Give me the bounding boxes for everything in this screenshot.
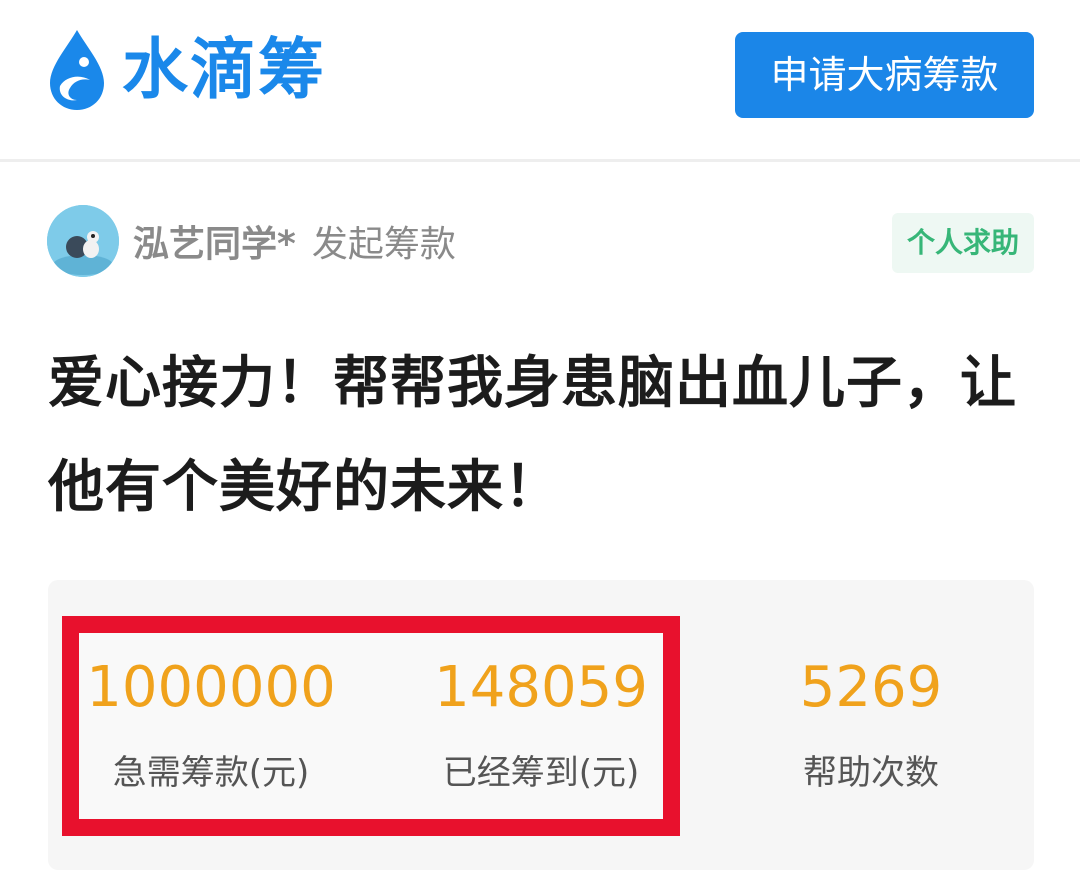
launcher-action-text: 发起筹款 — [311, 224, 456, 265]
stat-target-amount: 1000000 急需筹款(元) — [62, 655, 360, 793]
avatar-image — [47, 205, 119, 277]
stat-value: 5269 — [799, 655, 943, 720]
stat-value: 1000000 — [86, 655, 336, 720]
campaign-title: 爱心接力！帮帮我身患脑出血儿子，让他有个美好的未来！ — [48, 351, 1017, 520]
stat-label: 已经筹到(元) — [442, 753, 640, 793]
water-drop-icon — [50, 30, 104, 110]
logo-text: 水滴筹 — [122, 31, 326, 108]
launcher-info: 泓艺同学* 发起筹款 — [47, 205, 456, 277]
stat-label: 急需筹款(元) — [112, 753, 310, 793]
app-logo[interactable]: 水滴筹 — [46, 28, 326, 112]
apply-fundraising-button[interactable]: 申请大病筹款 — [735, 32, 1034, 118]
avatar[interactable] — [47, 205, 119, 277]
stat-raised-amount: 148059 已经筹到(元) — [392, 655, 690, 793]
stat-help-count: 5269 帮助次数 — [722, 655, 1020, 793]
app-header: 水滴筹 申请大病筹款 — [0, 0, 1080, 162]
stat-value: 148059 — [434, 655, 648, 720]
stat-label: 帮助次数 — [803, 753, 939, 793]
launcher-name[interactable]: 泓艺同学* — [133, 215, 296, 267]
campaign-type-badge: 个人求助 — [892, 213, 1034, 273]
